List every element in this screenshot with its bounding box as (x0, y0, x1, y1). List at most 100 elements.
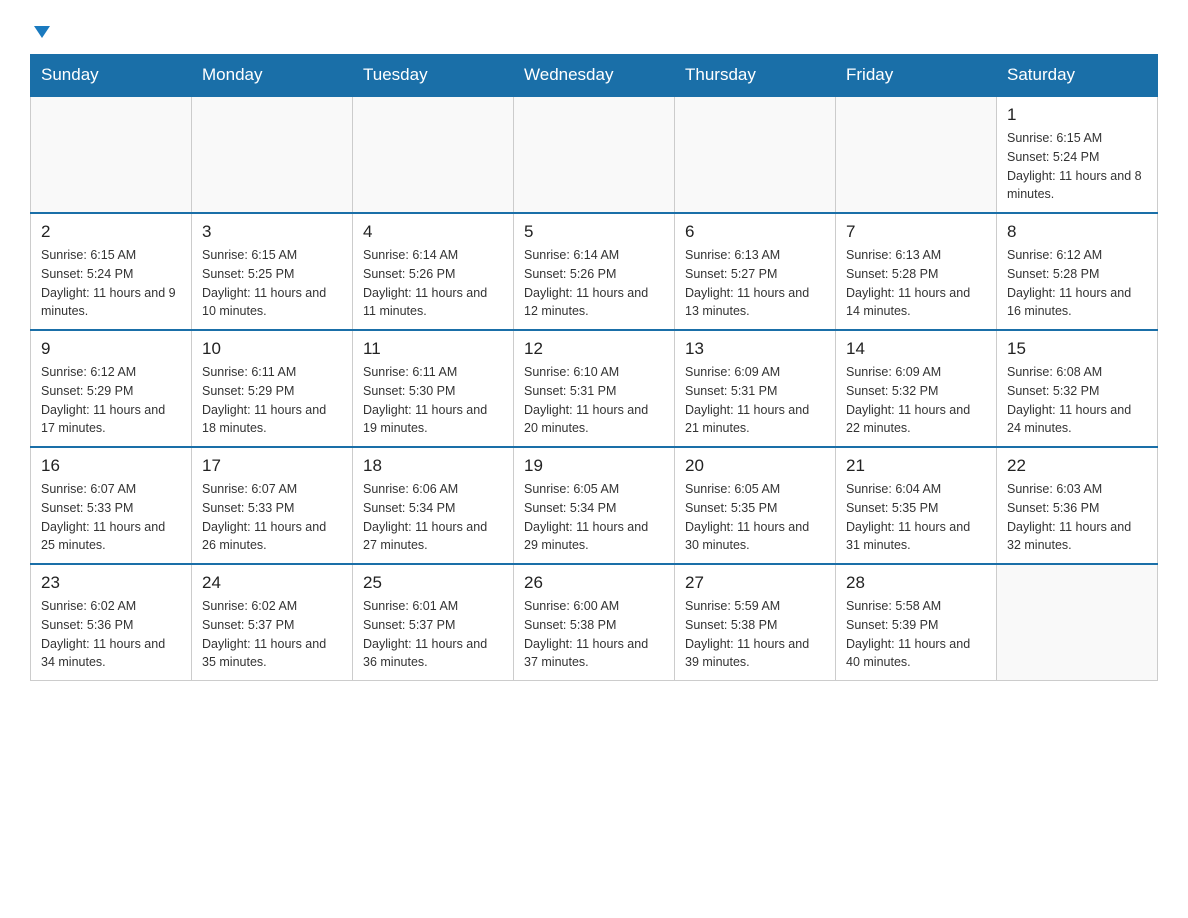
calendar-cell (31, 96, 192, 213)
calendar-cell (997, 564, 1158, 681)
week-row-3: 9 Sunrise: 6:12 AM Sunset: 5:29 PM Daylig… (31, 330, 1158, 447)
day-info: Sunrise: 6:14 AM Sunset: 5:26 PM Dayligh… (363, 246, 503, 321)
day-number: 20 (685, 456, 825, 476)
calendar-cell: 20 Sunrise: 6:05 AM Sunset: 5:35 PM Dayli… (675, 447, 836, 564)
calendar-cell: 11 Sunrise: 6:11 AM Sunset: 5:30 PM Dayli… (353, 330, 514, 447)
calendar-cell: 2 Sunrise: 6:15 AM Sunset: 5:24 PM Daylig… (31, 213, 192, 330)
day-number: 7 (846, 222, 986, 242)
day-info: Sunrise: 6:05 AM Sunset: 5:34 PM Dayligh… (524, 480, 664, 555)
day-header-saturday: Saturday (997, 55, 1158, 97)
day-number: 14 (846, 339, 986, 359)
calendar-cell: 17 Sunrise: 6:07 AM Sunset: 5:33 PM Dayli… (192, 447, 353, 564)
calendar-cell: 26 Sunrise: 6:00 AM Sunset: 5:38 PM Dayli… (514, 564, 675, 681)
day-number: 8 (1007, 222, 1147, 242)
day-info: Sunrise: 6:10 AM Sunset: 5:31 PM Dayligh… (524, 363, 664, 438)
day-number: 4 (363, 222, 503, 242)
calendar-cell: 12 Sunrise: 6:10 AM Sunset: 5:31 PM Dayli… (514, 330, 675, 447)
day-number: 6 (685, 222, 825, 242)
day-number: 23 (41, 573, 181, 593)
day-header-sunday: Sunday (31, 55, 192, 97)
day-number: 11 (363, 339, 503, 359)
logo (30, 20, 52, 38)
day-number: 22 (1007, 456, 1147, 476)
day-info: Sunrise: 6:09 AM Sunset: 5:31 PM Dayligh… (685, 363, 825, 438)
day-header-tuesday: Tuesday (353, 55, 514, 97)
day-number: 16 (41, 456, 181, 476)
day-info: Sunrise: 6:07 AM Sunset: 5:33 PM Dayligh… (202, 480, 342, 555)
day-info: Sunrise: 6:00 AM Sunset: 5:38 PM Dayligh… (524, 597, 664, 672)
day-header-wednesday: Wednesday (514, 55, 675, 97)
day-info: Sunrise: 6:02 AM Sunset: 5:36 PM Dayligh… (41, 597, 181, 672)
day-number: 2 (41, 222, 181, 242)
day-header-thursday: Thursday (675, 55, 836, 97)
day-number: 9 (41, 339, 181, 359)
day-info: Sunrise: 6:02 AM Sunset: 5:37 PM Dayligh… (202, 597, 342, 672)
calendar-cell (353, 96, 514, 213)
day-header-friday: Friday (836, 55, 997, 97)
page-header (30, 20, 1158, 38)
week-row-2: 2 Sunrise: 6:15 AM Sunset: 5:24 PM Daylig… (31, 213, 1158, 330)
calendar-cell: 15 Sunrise: 6:08 AM Sunset: 5:32 PM Dayli… (997, 330, 1158, 447)
logo-arrow-icon (32, 22, 52, 42)
day-info: Sunrise: 6:05 AM Sunset: 5:35 PM Dayligh… (685, 480, 825, 555)
calendar-cell: 13 Sunrise: 6:09 AM Sunset: 5:31 PM Dayli… (675, 330, 836, 447)
day-number: 25 (363, 573, 503, 593)
day-info: Sunrise: 6:15 AM Sunset: 5:25 PM Dayligh… (202, 246, 342, 321)
day-info: Sunrise: 6:13 AM Sunset: 5:28 PM Dayligh… (846, 246, 986, 321)
day-number: 19 (524, 456, 664, 476)
day-info: Sunrise: 6:06 AM Sunset: 5:34 PM Dayligh… (363, 480, 503, 555)
day-number: 21 (846, 456, 986, 476)
day-info: Sunrise: 6:07 AM Sunset: 5:33 PM Dayligh… (41, 480, 181, 555)
calendar-cell: 16 Sunrise: 6:07 AM Sunset: 5:33 PM Dayli… (31, 447, 192, 564)
calendar-cell: 5Sunrise: 6:14 AM Sunset: 5:26 PM Daylig… (514, 213, 675, 330)
calendar-cell: 28Sunrise: 5:58 AM Sunset: 5:39 PM Dayli… (836, 564, 997, 681)
calendar-table: SundayMondayTuesdayWednesdayThursdayFrid… (30, 54, 1158, 681)
calendar-cell: 25 Sunrise: 6:01 AM Sunset: 5:37 PM Dayli… (353, 564, 514, 681)
day-number: 27 (685, 573, 825, 593)
day-info: Sunrise: 6:04 AM Sunset: 5:35 PM Dayligh… (846, 480, 986, 555)
day-number: 10 (202, 339, 342, 359)
day-number: 12 (524, 339, 664, 359)
day-info: Sunrise: 6:11 AM Sunset: 5:30 PM Dayligh… (363, 363, 503, 438)
calendar-cell: 7 Sunrise: 6:13 AM Sunset: 5:28 PM Daylig… (836, 213, 997, 330)
day-info: Sunrise: 6:15 AM Sunset: 5:24 PM Dayligh… (41, 246, 181, 321)
day-info: Sunrise: 6:12 AM Sunset: 5:28 PM Dayligh… (1007, 246, 1147, 321)
calendar-cell (192, 96, 353, 213)
day-number: 24 (202, 573, 342, 593)
day-info: Sunrise: 6:09 AM Sunset: 5:32 PM Dayligh… (846, 363, 986, 438)
day-info: Sunrise: 6:12 AM Sunset: 5:29 PM Dayligh… (41, 363, 181, 438)
day-info: Sunrise: 6:01 AM Sunset: 5:37 PM Dayligh… (363, 597, 503, 672)
calendar-cell: 8 Sunrise: 6:12 AM Sunset: 5:28 PM Daylig… (997, 213, 1158, 330)
day-info: Sunrise: 5:59 AM Sunset: 5:38 PM Dayligh… (685, 597, 825, 672)
day-number: 28 (846, 573, 986, 593)
day-number: 13 (685, 339, 825, 359)
calendar-cell: 3Sunrise: 6:15 AM Sunset: 5:25 PM Daylig… (192, 213, 353, 330)
calendar-cell (514, 96, 675, 213)
calendar-cell: 22 Sunrise: 6:03 AM Sunset: 5:36 PM Dayli… (997, 447, 1158, 564)
calendar-cell: 18 Sunrise: 6:06 AM Sunset: 5:34 PM Dayli… (353, 447, 514, 564)
day-header-monday: Monday (192, 55, 353, 97)
week-row-4: 16 Sunrise: 6:07 AM Sunset: 5:33 PM Dayli… (31, 447, 1158, 564)
calendar-cell: 27 Sunrise: 5:59 AM Sunset: 5:38 PM Dayli… (675, 564, 836, 681)
calendar-cell: 19 Sunrise: 6:05 AM Sunset: 5:34 PM Dayli… (514, 447, 675, 564)
day-number: 26 (524, 573, 664, 593)
calendar-cell: 6 Sunrise: 6:13 AM Sunset: 5:27 PM Daylig… (675, 213, 836, 330)
day-number: 15 (1007, 339, 1147, 359)
week-row-5: 23 Sunrise: 6:02 AM Sunset: 5:36 PM Dayli… (31, 564, 1158, 681)
day-info: Sunrise: 6:11 AM Sunset: 5:29 PM Dayligh… (202, 363, 342, 438)
calendar-cell: 1Sunrise: 6:15 AM Sunset: 5:24 PM Daylig… (997, 96, 1158, 213)
day-number: 18 (363, 456, 503, 476)
calendar-cell: 4 Sunrise: 6:14 AM Sunset: 5:26 PM Daylig… (353, 213, 514, 330)
day-info: Sunrise: 6:13 AM Sunset: 5:27 PM Dayligh… (685, 246, 825, 321)
calendar-cell (675, 96, 836, 213)
day-number: 17 (202, 456, 342, 476)
calendar-cell: 21 Sunrise: 6:04 AM Sunset: 5:35 PM Dayli… (836, 447, 997, 564)
day-info: Sunrise: 6:03 AM Sunset: 5:36 PM Dayligh… (1007, 480, 1147, 555)
day-info: Sunrise: 6:08 AM Sunset: 5:32 PM Dayligh… (1007, 363, 1147, 438)
day-info: Sunrise: 6:14 AM Sunset: 5:26 PM Dayligh… (524, 246, 664, 321)
calendar-cell (836, 96, 997, 213)
day-number: 1 (1007, 105, 1147, 125)
day-headers-row: SundayMondayTuesdayWednesdayThursdayFrid… (31, 55, 1158, 97)
week-row-1: 1Sunrise: 6:15 AM Sunset: 5:24 PM Daylig… (31, 96, 1158, 213)
calendar-cell: 10 Sunrise: 6:11 AM Sunset: 5:29 PM Dayli… (192, 330, 353, 447)
